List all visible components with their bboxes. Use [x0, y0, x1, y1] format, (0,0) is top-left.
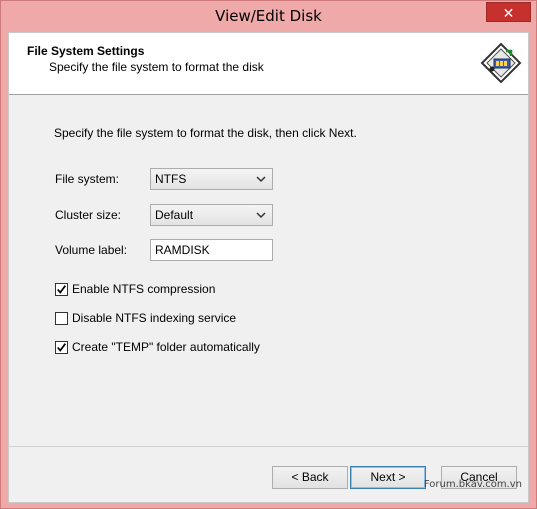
back-button[interactable]: < Back: [272, 466, 348, 489]
enable-compression-label: Enable NTFS compression: [72, 282, 216, 296]
chevron-down-icon: [256, 212, 266, 219]
file-system-label: File system:: [55, 172, 120, 186]
cluster-size-value: Default: [155, 208, 194, 222]
close-button[interactable]: ✕: [486, 2, 531, 22]
header-title: File System Settings: [27, 44, 145, 58]
file-system-value: NTFS: [155, 172, 187, 186]
title-bar[interactable]: View/Edit Disk ✕: [1, 1, 536, 32]
checkmark-icon: [57, 343, 66, 352]
enable-compression-checkbox[interactable]: [55, 283, 68, 296]
volume-label-label: Volume label:: [55, 243, 128, 257]
cluster-size-select[interactable]: Default: [150, 204, 273, 226]
checkmark-icon: [57, 285, 66, 294]
footer-divider: [9, 446, 528, 447]
instructions-text: Specify the file system to format the di…: [54, 126, 357, 140]
file-system-select[interactable]: NTFS: [150, 168, 273, 190]
next-button[interactable]: Next >: [350, 466, 426, 489]
disk-logo-icon: [480, 42, 522, 84]
window-title: View/Edit Disk: [215, 7, 322, 25]
cluster-size-label: Cluster size:: [55, 208, 122, 222]
create-temp-folder-checkbox[interactable]: [55, 341, 68, 354]
header-subtitle: Specify the file system to format the di…: [49, 60, 264, 74]
chevron-down-icon: [256, 176, 266, 183]
watermark-text: Forum.bkav.com.vn: [423, 479, 522, 490]
dialog-client-area: File System Settings Specify the file sy…: [8, 32, 529, 503]
create-temp-folder-label: Create "TEMP" folder automatically: [72, 340, 260, 354]
dialog-window: View/Edit Disk ✕ File System Settings Sp…: [0, 0, 537, 509]
volume-label-input[interactable]: RAMDISK: [150, 239, 273, 261]
disable-indexing-checkbox[interactable]: [55, 312, 68, 325]
wizard-header: File System Settings Specify the file sy…: [9, 33, 528, 95]
disable-indexing-label: Disable NTFS indexing service: [72, 311, 237, 325]
